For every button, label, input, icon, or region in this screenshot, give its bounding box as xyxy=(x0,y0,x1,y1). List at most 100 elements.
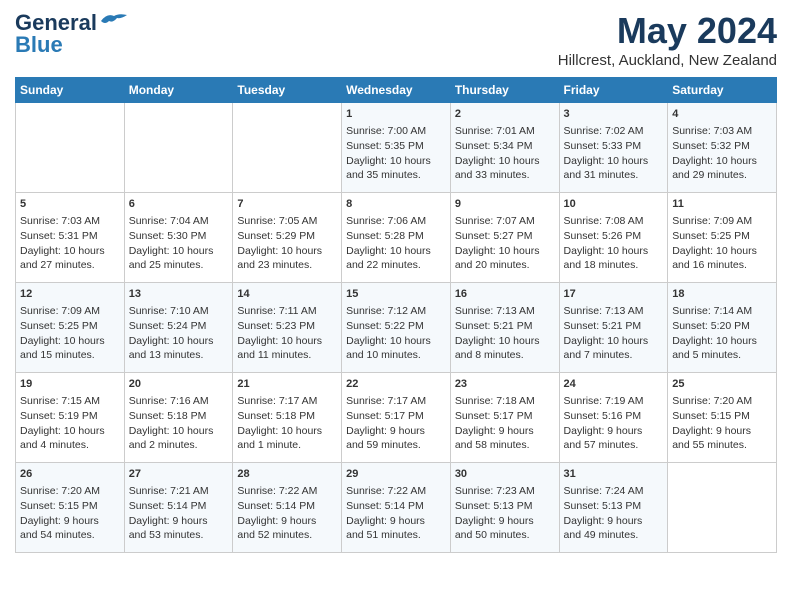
day-number: 27 xyxy=(129,467,229,482)
day-content: Sunrise: 7:03 AM xyxy=(672,124,772,139)
calendar-cell: 16Sunrise: 7:13 AMSunset: 5:21 PMDayligh… xyxy=(450,283,559,373)
day-content: Daylight: 9 hours xyxy=(237,514,337,529)
day-content: and 53 minutes. xyxy=(129,528,229,543)
calendar-cell: 17Sunrise: 7:13 AMSunset: 5:21 PMDayligh… xyxy=(559,283,668,373)
day-content: Daylight: 10 hours xyxy=(455,154,555,169)
day-number: 19 xyxy=(20,377,120,392)
calendar-cell: 19Sunrise: 7:15 AMSunset: 5:19 PMDayligh… xyxy=(16,373,125,463)
day-number: 21 xyxy=(237,377,337,392)
calendar-cell xyxy=(233,103,342,193)
day-content: Sunrise: 7:03 AM xyxy=(20,214,120,229)
calendar-cell: 29Sunrise: 7:22 AMSunset: 5:14 PMDayligh… xyxy=(342,463,451,553)
day-content: Daylight: 9 hours xyxy=(564,514,664,529)
logo-blue: Blue xyxy=(15,32,63,58)
day-content: Daylight: 10 hours xyxy=(20,244,120,259)
day-content: Daylight: 10 hours xyxy=(455,244,555,259)
day-content: Daylight: 10 hours xyxy=(672,334,772,349)
day-content: and 7 minutes. xyxy=(564,348,664,363)
day-number: 15 xyxy=(346,287,446,302)
day-content: Sunrise: 7:20 AM xyxy=(672,394,772,409)
day-content: Sunrise: 7:19 AM xyxy=(564,394,664,409)
day-content: and 20 minutes. xyxy=(455,258,555,273)
day-content: Sunset: 5:17 PM xyxy=(346,409,446,424)
day-content: and 5 minutes. xyxy=(672,348,772,363)
calendar-cell: 14Sunrise: 7:11 AMSunset: 5:23 PMDayligh… xyxy=(233,283,342,373)
calendar-body: 1Sunrise: 7:00 AMSunset: 5:35 PMDaylight… xyxy=(16,103,777,553)
calendar-cell: 4Sunrise: 7:03 AMSunset: 5:32 PMDaylight… xyxy=(668,103,777,193)
day-number: 4 xyxy=(672,107,772,122)
day-content: Sunset: 5:15 PM xyxy=(672,409,772,424)
header-saturday: Saturday xyxy=(668,78,777,103)
day-content: and 59 minutes. xyxy=(346,438,446,453)
day-content: Daylight: 10 hours xyxy=(564,244,664,259)
day-content: Daylight: 9 hours xyxy=(672,424,772,439)
day-number: 7 xyxy=(237,197,337,212)
day-number: 28 xyxy=(237,467,337,482)
day-content: Sunset: 5:14 PM xyxy=(346,499,446,514)
day-content: Sunrise: 7:23 AM xyxy=(455,484,555,499)
day-content: Daylight: 9 hours xyxy=(346,424,446,439)
day-content: Sunset: 5:18 PM xyxy=(129,409,229,424)
day-content: and 22 minutes. xyxy=(346,258,446,273)
day-content: and 15 minutes. xyxy=(20,348,120,363)
day-number: 6 xyxy=(129,197,229,212)
calendar-cell: 13Sunrise: 7:10 AMSunset: 5:24 PMDayligh… xyxy=(124,283,233,373)
calendar-cell: 1Sunrise: 7:00 AMSunset: 5:35 PMDaylight… xyxy=(342,103,451,193)
day-content: Daylight: 9 hours xyxy=(129,514,229,529)
day-content: Sunset: 5:25 PM xyxy=(672,229,772,244)
day-content: Sunset: 5:20 PM xyxy=(672,319,772,334)
day-content: Sunrise: 7:09 AM xyxy=(20,304,120,319)
day-content: Sunset: 5:23 PM xyxy=(237,319,337,334)
day-content: Sunrise: 7:11 AM xyxy=(237,304,337,319)
day-content: Sunrise: 7:18 AM xyxy=(455,394,555,409)
header-monday: Monday xyxy=(124,78,233,103)
day-content: Sunset: 5:30 PM xyxy=(129,229,229,244)
day-content: and 18 minutes. xyxy=(564,258,664,273)
day-content: Daylight: 10 hours xyxy=(672,154,772,169)
day-content: and 25 minutes. xyxy=(129,258,229,273)
calendar-cell: 3Sunrise: 7:02 AMSunset: 5:33 PMDaylight… xyxy=(559,103,668,193)
day-number: 9 xyxy=(455,197,555,212)
calendar-cell: 28 Sunrise: 7:22 AMSunset: 5:14 PMDayligh… xyxy=(233,463,342,553)
header-friday: Friday xyxy=(559,78,668,103)
day-content: Daylight: 10 hours xyxy=(20,424,120,439)
day-content: Sunrise: 7:15 AM xyxy=(20,394,120,409)
day-content: Daylight: 9 hours xyxy=(346,514,446,529)
day-content: Sunrise: 7:21 AM xyxy=(129,484,229,499)
day-number: 5 xyxy=(20,197,120,212)
day-content: Sunset: 5:14 PM xyxy=(237,499,337,514)
header-sunday: Sunday xyxy=(16,78,125,103)
day-number: 13 xyxy=(129,287,229,302)
calendar-cell: 15Sunrise: 7:12 AMSunset: 5:22 PMDayligh… xyxy=(342,283,451,373)
day-number: 2 xyxy=(455,107,555,122)
day-content: Sunset: 5:21 PM xyxy=(564,319,664,334)
header-tuesday: Tuesday xyxy=(233,78,342,103)
day-content: Sunrise: 7:20 AM xyxy=(20,484,120,499)
day-content: and 16 minutes. xyxy=(672,258,772,273)
page-header: General Blue May 2024 Hillcrest, Aucklan… xyxy=(15,10,777,69)
day-content: Sunrise: 7:17 AM xyxy=(346,394,446,409)
day-content: Daylight: 10 hours xyxy=(672,244,772,259)
day-content: Sunrise: 7:22 AM xyxy=(237,484,337,499)
day-content: and 4 minutes. xyxy=(20,438,120,453)
header-wednesday: Wednesday xyxy=(342,78,451,103)
day-content: Sunset: 5:28 PM xyxy=(346,229,446,244)
day-number: 1 xyxy=(346,107,446,122)
day-content: and 51 minutes. xyxy=(346,528,446,543)
day-content: Daylight: 10 hours xyxy=(129,334,229,349)
day-content: Daylight: 9 hours xyxy=(455,424,555,439)
calendar-header: SundayMondayTuesdayWednesdayThursdayFrid… xyxy=(16,78,777,103)
day-number: 30 xyxy=(455,467,555,482)
day-number: 12 xyxy=(20,287,120,302)
calendar-cell: 20Sunrise: 7:16 AMSunset: 5:18 PMDayligh… xyxy=(124,373,233,463)
day-content: and 31 minutes. xyxy=(564,168,664,183)
day-content: Sunrise: 7:13 AM xyxy=(564,304,664,319)
calendar-cell xyxy=(668,463,777,553)
day-number: 3 xyxy=(564,107,664,122)
calendar-cell xyxy=(16,103,125,193)
day-content: Sunset: 5:31 PM xyxy=(20,229,120,244)
logo: General Blue xyxy=(15,10,129,58)
day-content: Sunset: 5:15 PM xyxy=(20,499,120,514)
calendar-cell: 7Sunrise: 7:05 AMSunset: 5:29 PMDaylight… xyxy=(233,193,342,283)
calendar-cell: 2Sunrise: 7:01 AMSunset: 5:34 PMDaylight… xyxy=(450,103,559,193)
